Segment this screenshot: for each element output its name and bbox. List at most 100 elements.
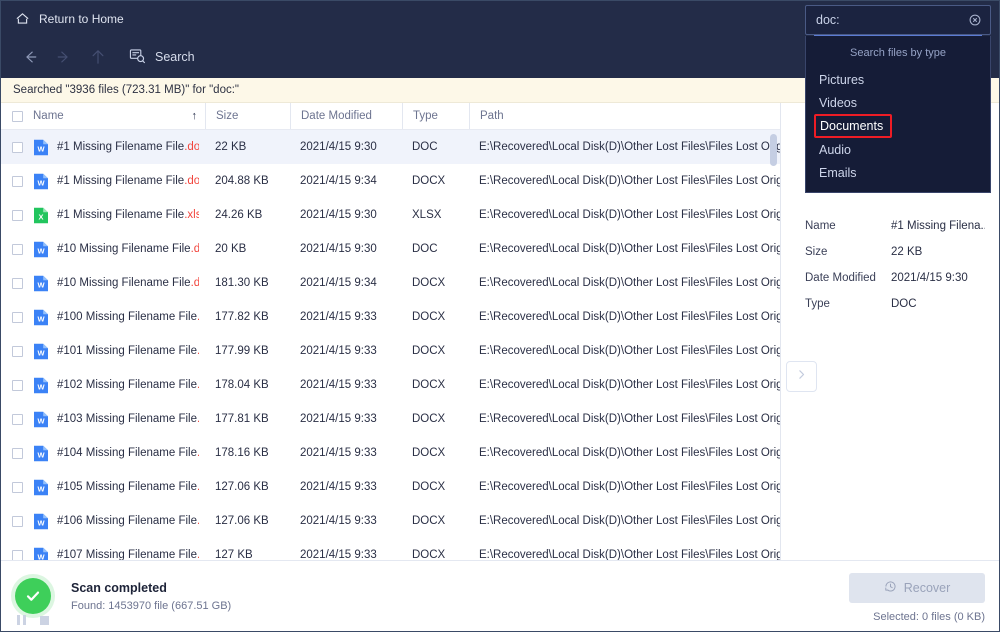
table-row[interactable]: W #105 Missing Filename File.docx 127.06 K… <box>1 470 780 504</box>
table-row[interactable]: W #1 Missing Filename File.doc 22 KB 2021/4… <box>1 130 780 164</box>
column-header-date-modified[interactable]: Date Modified <box>290 103 402 129</box>
table-row[interactable]: W #103 Missing Filename File.docx 177.81 K… <box>1 402 780 436</box>
row-checkbox[interactable] <box>1 209 33 221</box>
dropdown-item-emails[interactable]: Emails <box>806 161 990 184</box>
pause-icon[interactable] <box>17 615 26 625</box>
row-name-cell: W #106 Missing Filename File.docx <box>33 513 205 530</box>
word-file-icon: W <box>33 343 49 360</box>
table-row[interactable]: W #100 Missing Filename File.docx 177.82 K… <box>1 300 780 334</box>
table-row[interactable]: W #101 Missing Filename File.docx 177.99 K… <box>1 334 780 368</box>
row-name-cell: W #101 Missing Filename File.docx <box>33 343 205 360</box>
checkbox-box <box>11 549 23 560</box>
row-checkbox[interactable] <box>1 549 33 560</box>
table-row[interactable]: W #102 Missing Filename File.docx 178.04 K… <box>1 368 780 402</box>
table-row[interactable]: W #107 Missing Filename File.docx 127 KB 20… <box>1 538 780 560</box>
sort-ascending-icon[interactable]: ↑ <box>192 110 198 122</box>
column-header-type[interactable]: Type <box>402 103 469 129</box>
row-date-cell: 2021/4/15 9:33 <box>300 413 377 425</box>
dropdown-item-label: Emails <box>819 165 857 180</box>
file-list: W#1 Missing Filename File.doc22 KB2021/4… <box>1 130 780 560</box>
row-filename: #100 Missing Filename File.docx <box>57 311 199 323</box>
row-date-cell: 2021/4/15 9:33 <box>300 379 377 391</box>
search-input[interactable]: doc: <box>805 5 991 35</box>
word-file-icon: W <box>33 547 49 560</box>
dropdown-item-label: Audio <box>819 142 851 157</box>
row-checkbox[interactable] <box>1 447 33 459</box>
clear-circle-icon[interactable] <box>968 13 982 27</box>
table-row[interactable]: X #1 Missing Filename File.xlsx 24.26 KB 20… <box>1 198 780 232</box>
row-name-cell: W #10 Missing Filename File.doc <box>33 241 205 258</box>
row-checkbox[interactable] <box>1 481 33 493</box>
column-header-name[interactable]: Name ↑ <box>33 103 205 129</box>
back-button[interactable] <box>13 42 47 72</box>
column-header-label: Path <box>480 110 504 122</box>
checkbox-box <box>11 447 23 459</box>
forward-button[interactable] <box>47 42 81 72</box>
row-size-cell: 127.06 KB <box>215 515 269 527</box>
row-filename: #10 Missing Filename File.docx <box>57 277 199 289</box>
row-path-cell: E:\Recovered\Local Disk(D)\Other Lost Fi… <box>479 379 780 391</box>
filename-extension: .xlsx <box>184 209 199 221</box>
row-checkbox[interactable] <box>1 413 33 425</box>
table-row[interactable]: W #104 Missing Filename File.docx 178.16 K… <box>1 436 780 470</box>
row-filename: #1 Missing Filename File.xlsx <box>57 209 199 221</box>
row-size-cell: 24.26 KB <box>215 209 263 221</box>
table-row[interactable]: W #10 Missing Filename File.doc 20 KB 2021/… <box>1 232 780 266</box>
collapse-panel-button[interactable] <box>786 361 817 392</box>
svg-text:W: W <box>37 552 45 560</box>
scan-status-text: Scan completed Found: 1453970 file (667.… <box>71 581 231 612</box>
stop-icon[interactable] <box>40 615 49 625</box>
table-row[interactable]: W #106 Missing Filename File.docx 127.06 K… <box>1 504 780 538</box>
row-type-cell: DOCX <box>412 311 446 323</box>
dropdown-title: Search files by type <box>850 47 946 59</box>
table-row[interactable]: W #1 Missing Filename File.docx 204.88 KB 2… <box>1 164 780 198</box>
row-name-cell: W #1 Missing Filename File.docx <box>33 173 205 190</box>
filename-base: #10 Missing Filename File <box>57 243 191 255</box>
return-to-home-button[interactable]: Return to Home <box>15 11 124 26</box>
row-checkbox[interactable] <box>1 311 33 323</box>
select-all-checkbox[interactable] <box>1 103 33 129</box>
checkbox-box <box>11 481 23 493</box>
scan-control-buttons <box>17 615 49 625</box>
recover-button[interactable]: Recover <box>849 573 985 603</box>
checkbox-box <box>11 379 23 391</box>
filename-base: #105 Missing Filename File <box>57 481 197 493</box>
vertical-scrollbar-thumb[interactable] <box>770 134 777 166</box>
column-header-size[interactable]: Size <box>205 103 290 129</box>
dropdown-item-audio[interactable]: Audio <box>806 138 990 161</box>
word-file-icon: W <box>33 309 49 326</box>
dropdown-item-pictures[interactable]: Pictures <box>806 68 990 91</box>
row-checkbox[interactable] <box>1 175 33 187</box>
tab-search[interactable]: Search <box>129 48 195 67</box>
row-name-cell: W #105 Missing Filename File.docx <box>33 479 205 496</box>
row-filename: #1 Missing Filename File.doc <box>57 141 199 153</box>
row-path-cell: E:\Recovered\Local Disk(D)\Other Lost Fi… <box>479 345 780 357</box>
row-path-cell: E:\Recovered\Local Disk(D)\Other Lost Fi… <box>479 277 780 289</box>
dropdown-item-videos[interactable]: Videos <box>806 91 990 114</box>
row-checkbox[interactable] <box>1 515 33 527</box>
row-path-cell: E:\Recovered\Local Disk(D)\Other Lost Fi… <box>479 413 780 425</box>
row-name-cell: W #104 Missing Filename File.docx <box>33 445 205 462</box>
up-button[interactable] <box>81 42 115 72</box>
row-checkbox[interactable] <box>1 379 33 391</box>
filename-base: #101 Missing Filename File <box>57 345 197 357</box>
row-type-cell: DOCX <box>412 447 446 459</box>
row-checkbox[interactable] <box>1 345 33 357</box>
row-path-cell: E:\Recovered\Local Disk(D)\Other Lost Fi… <box>479 311 780 323</box>
row-path-cell: E:\Recovered\Local Disk(D)\Other Lost Fi… <box>479 243 780 255</box>
table-row[interactable]: W #10 Missing Filename File.docx 181.30 KB… <box>1 266 780 300</box>
row-checkbox[interactable] <box>1 277 33 289</box>
search-input-value: doc: <box>816 12 840 27</box>
metadata-key: Name <box>805 220 836 232</box>
home-icon <box>15 11 30 26</box>
row-checkbox[interactable] <box>1 141 33 153</box>
column-header-path[interactable]: Path <box>469 103 780 129</box>
svg-text:W: W <box>37 518 45 527</box>
return-to-home-label: Return to Home <box>39 11 124 26</box>
column-header-label: Type <box>413 110 438 122</box>
svg-text:W: W <box>37 280 45 289</box>
row-checkbox[interactable] <box>1 243 33 255</box>
dropdown-item-documents[interactable]: Documents <box>814 114 892 138</box>
filename-extension: .docx <box>197 311 199 323</box>
row-type-cell: DOC <box>412 141 438 153</box>
